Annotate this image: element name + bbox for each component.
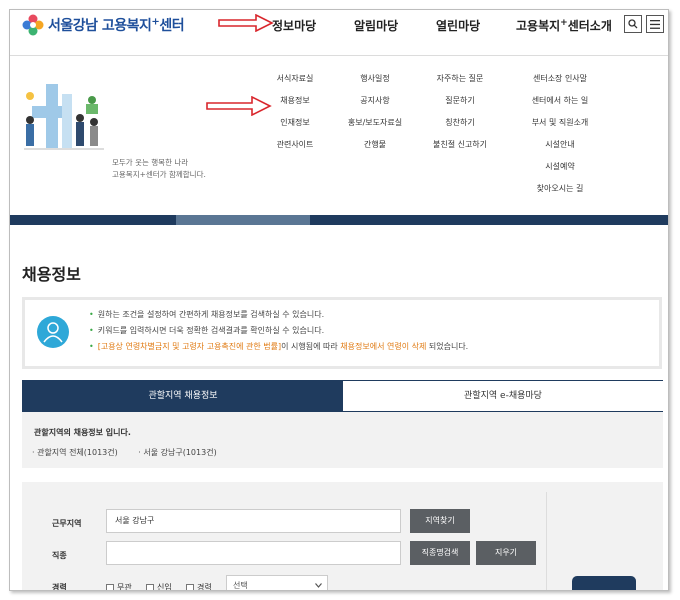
menu-item-press[interactable]: 홍보/보도자료실 [342,116,408,138]
menu-item-reservation[interactable]: 시설예약 [520,160,600,182]
menu-item-related-sites[interactable]: 관련사이트 [272,138,318,160]
job-label: 직종 [52,551,67,560]
tab-e-jobs[interactable]: 관할지역 e-채용마당 [343,381,663,411]
career-exp-checkbox[interactable]: 경력 [186,582,212,590]
menu-item-forms[interactable]: 서식자료실 [272,72,318,94]
nav-bar-active-segment [176,215,310,225]
menu-item-talent[interactable]: 인재정보 [272,116,318,138]
gnb-info[interactable]: 정보마당 [272,17,316,34]
gnb-notice[interactable]: 알림마당 [354,17,398,34]
career-select[interactable]: 선택 [226,575,328,590]
menu-item-greeting[interactable]: 센터소장 인사말 [520,72,600,94]
info-line: • [고용상 연령차별금지 및 고령자 고용촉진에 관한 법률]이 시행됨에 따라… [89,342,469,351]
hamburger-icon [650,19,660,29]
tab-local-jobs[interactable]: 관할지역 채용정보 [23,381,343,411]
clear-button[interactable]: 지우기 [476,541,536,565]
logo-text: 서울강남 고용복지+센터 [48,16,185,34]
menu-item-complaint[interactable]: 불친절 신고하기 [422,138,498,160]
site-logo[interactable]: 서울강남 고용복지+센터 [22,14,185,36]
menu-item-events[interactable]: 행사일정 [342,72,408,94]
area-summary: 관할지역의 채용정보 입니다. · 관할지역 전체(1013건) · 서울 강남… [22,412,663,468]
search-icon [628,19,638,29]
menu-item-faq[interactable]: 자주하는 질문 [422,72,498,94]
menu-col-center: 센터소장 인사말 센터에서 하는 일 부서 및 직원소개 시설안내 시설예약 찾… [520,72,600,204]
logo-mark-icon [22,14,44,36]
menu-item-praise[interactable]: 칭찬하기 [422,116,498,138]
region-find-button[interactable]: 지역찾기 [410,509,470,533]
illustration-icon [24,84,104,150]
career-label: 경력 [52,583,67,591]
menu-button[interactable] [646,15,664,33]
chevron-down-icon [315,583,322,588]
site-header: 서울강남 고용복지+센터 정보마당 알림마당 열린마당 고용복지+센터소개 [10,10,668,56]
region-label: 근무지역 [52,519,82,528]
menu-col-open: 자주하는 질문 질문하기 칭찬하기 불친절 신고하기 [422,72,498,160]
menu-item-directions[interactable]: 찾아오시는 길 [520,182,600,204]
menu-item-announcements[interactable]: 공지사항 [342,94,408,116]
info-line: • 원하는 조건을 설정하여 간편하게 채용정보를 검색하실 수 있습니다. [89,310,325,319]
job-search-button[interactable]: 직종명검색 [410,541,470,565]
browser-viewport: 서울강남 고용복지+센터 정보마당 알림마당 열린마당 고용복지+센터소개 모두… [9,9,669,591]
annotation-arrow-icon [218,14,274,32]
area-title: 관할지역의 채용정보 입니다. [34,428,131,437]
area-links: · 관할지역 전체(1013건) · 서울 강남구(1013건) [32,447,235,458]
annotation-arrow-icon [206,96,272,116]
search-submit-button[interactable] [572,576,636,590]
menu-item-publications[interactable]: 간행물 [342,138,408,160]
career-any-checkbox[interactable]: 무관 [106,582,132,590]
info-list: • 원하는 조건을 설정하여 간편하게 채용정보를 검색하실 수 있습니다. • 키… [89,308,468,356]
page-title: 채용정보 [22,265,81,284]
info-box: • 원하는 조건을 설정하여 간편하게 채용정보를 검색하실 수 있습니다. • 키… [22,297,662,369]
menu-item-ask[interactable]: 질문하기 [422,94,498,116]
menu-item-jobs[interactable]: 채용정보 [272,94,318,116]
menu-item-services[interactable]: 센터에서 하는 일 [520,94,600,116]
area-link-gangnam[interactable]: · 서울 강남구(1013건) [138,448,216,457]
tab-bar: 관할지역 채용정보 관할지역 e-채용마당 [22,380,663,412]
gnb-open[interactable]: 열린마당 [436,17,480,34]
menu-item-facilities[interactable]: 시설안내 [520,138,600,160]
person-icon [37,316,69,348]
job-input[interactable] [106,541,401,565]
form-divider [546,492,547,590]
promo-text: 모두가 웃는 행복한 나라 고용복지+센터가 함께합니다. [112,158,206,179]
mega-menu: 모두가 웃는 행복한 나라 고용복지+센터가 함께합니다. 서식자료실 채용정보… [10,56,668,214]
menu-col-notice: 행사일정 공지사항 홍보/보도자료실 간행물 [342,72,408,160]
menu-item-staff[interactable]: 부서 및 직원소개 [520,116,600,138]
nav-bar-band [10,215,668,225]
search-button[interactable] [624,15,642,33]
search-form: 근무지역 서울 강남구 지역찾기 직종 직종명검색 지우기 경력 무관 신입 경… [22,482,663,591]
gnb-center-intro[interactable]: 고용복지+센터소개 [516,17,612,34]
region-input[interactable]: 서울 강남구 [106,509,401,533]
menu-col-info: 서식자료실 채용정보 인재정보 관련사이트 [272,72,318,160]
career-new-checkbox[interactable]: 신입 [146,582,172,590]
area-link-all[interactable]: · 관할지역 전체(1013건) [32,448,118,457]
info-line: • 키워드를 입력하시면 더욱 정확한 검색결과를 확인하실 수 있습니다. [89,326,325,335]
